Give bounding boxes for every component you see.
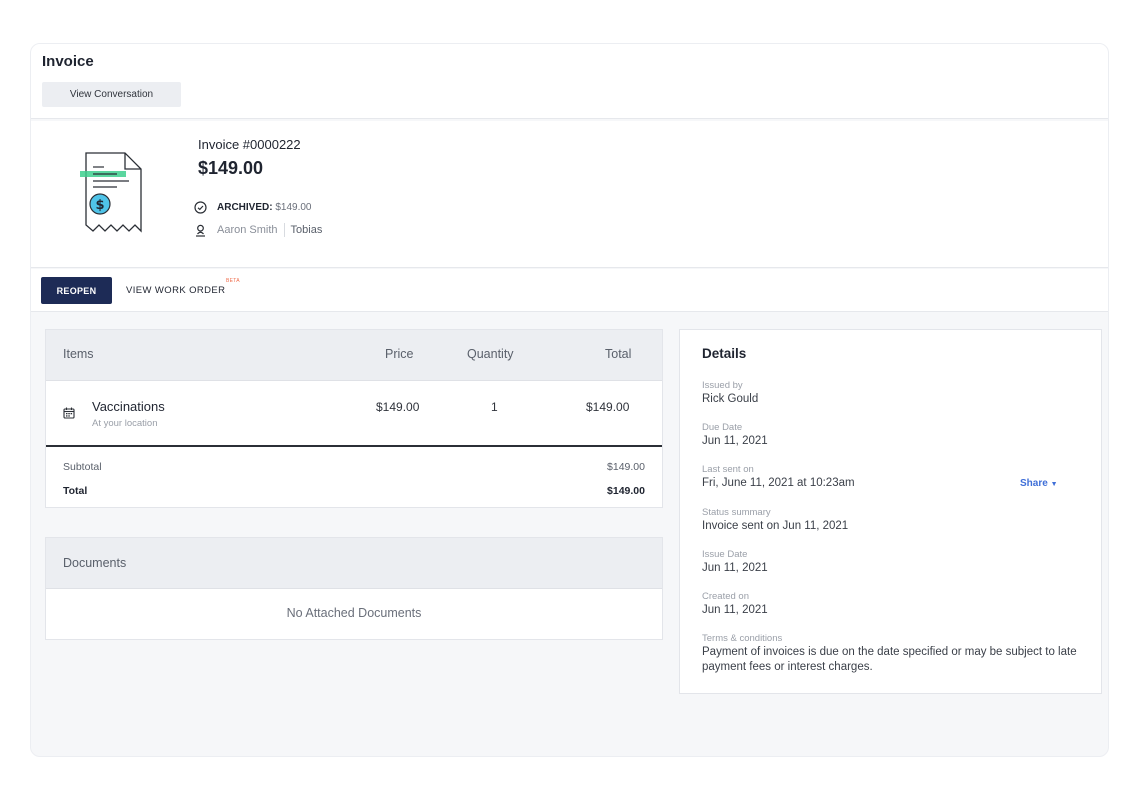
assignee-name[interactable]: Tobias: [291, 224, 323, 236]
invoice-document-icon: $: [80, 152, 142, 233]
clock-check-icon: [194, 201, 207, 214]
documents-header: Documents: [46, 538, 662, 589]
table-header: Items Price Quantity Total: [46, 330, 662, 381]
total-value: $149.00: [607, 485, 645, 497]
column-header-quantity: Quantity: [467, 347, 514, 361]
created-on-value: Jun 11, 2021: [702, 604, 768, 616]
documents-title: Documents: [63, 556, 127, 570]
chevron-down-icon: ▼: [1050, 481, 1058, 488]
status-summary-label: Status summary: [702, 507, 771, 518]
page-title: Invoice: [42, 53, 94, 70]
divider: [283, 223, 285, 237]
subtotal-value: $149.00: [607, 461, 645, 473]
beta-badge: BETA: [226, 278, 240, 284]
action-bar: REOPEN VIEW WORK ORDER BETA: [31, 269, 1108, 312]
person-icon: [196, 224, 205, 237]
details-panel: Details Issued by Rick Gould Due Date Ju…: [679, 329, 1102, 694]
column-header-total: Total: [605, 347, 632, 361]
documents-panel: Documents No Attached Documents: [45, 537, 663, 640]
invoice-header: Invoice View Conversation: [31, 44, 1108, 119]
status-row: ARCHIVED: $149.00: [194, 201, 312, 214]
due-date-value: Jun 11, 2021: [702, 435, 768, 447]
line-items-table: Items Price Quantity Total Vaccinations …: [45, 329, 663, 508]
invoice-number: Invoice #0000222: [198, 137, 301, 152]
created-on-field: Created on Jun 11, 2021: [702, 591, 1082, 618]
status-summary-field: Status summary Invoice sent on Jun 11, 2…: [702, 507, 1082, 534]
created-on-label: Created on: [702, 591, 750, 602]
status-summary-value: Invoice sent on Jun 11, 2021: [702, 520, 849, 532]
item-total: $149.00: [586, 400, 630, 414]
terms-label: Terms & conditions: [702, 633, 783, 644]
view-conversation-button[interactable]: View Conversation: [42, 82, 181, 107]
table-row[interactable]: Vaccinations At your location $149.00 1 …: [46, 381, 662, 447]
share-label: Share: [1020, 478, 1048, 489]
view-work-order-button[interactable]: VIEW WORK ORDER: [126, 277, 225, 304]
details-title: Details: [702, 346, 747, 361]
svg-text:$: $: [95, 198, 104, 213]
share-button[interactable]: Share ▼: [1020, 478, 1058, 489]
reopen-button[interactable]: REOPEN: [41, 277, 112, 304]
terms-field: Terms & conditions Payment of invoices i…: [702, 633, 1082, 675]
column-header-price: Price: [385, 347, 414, 361]
invoice-summary: $ Invoice #0000222 $149.00 ARCHIVED: $14…: [31, 121, 1108, 268]
people-row: Aaron Smith Tobias: [194, 223, 322, 237]
invoice-card: Invoice View Conversation $ Invoice #000…: [30, 43, 1109, 757]
issue-date-value: Jun 11, 2021: [702, 562, 768, 574]
total-label: Total: [63, 485, 88, 497]
item-name: Vaccinations: [92, 399, 165, 414]
issue-date-field: Issue Date Jun 11, 2021: [702, 549, 1082, 576]
status-label: ARCHIVED:: [217, 202, 273, 213]
item-quantity: 1: [491, 400, 498, 414]
last-sent-label: Last sent on: [702, 464, 754, 475]
calendar-icon: [63, 407, 75, 419]
due-date-field: Due Date Jun 11, 2021: [702, 422, 1082, 449]
terms-value: Payment of invoices is due on the date s…: [702, 646, 1077, 673]
issued-by-field: Issued by Rick Gould: [702, 380, 1082, 407]
item-price: $149.00: [376, 400, 420, 414]
subtotal-label: Subtotal: [63, 461, 102, 473]
due-date-label: Due Date: [702, 422, 743, 433]
issued-by-value: Rick Gould: [702, 393, 759, 405]
column-header-items: Items: [63, 347, 94, 361]
client-name[interactable]: Aaron Smith: [217, 224, 278, 236]
documents-empty-state: No Attached Documents: [286, 606, 422, 620]
status-value: $149.00: [275, 202, 312, 213]
invoice-amount: $149.00: [198, 158, 264, 178]
item-subtitle: At your location: [92, 418, 158, 429]
issued-by-label: Issued by: [702, 380, 743, 391]
issue-date-label: Issue Date: [702, 549, 748, 560]
